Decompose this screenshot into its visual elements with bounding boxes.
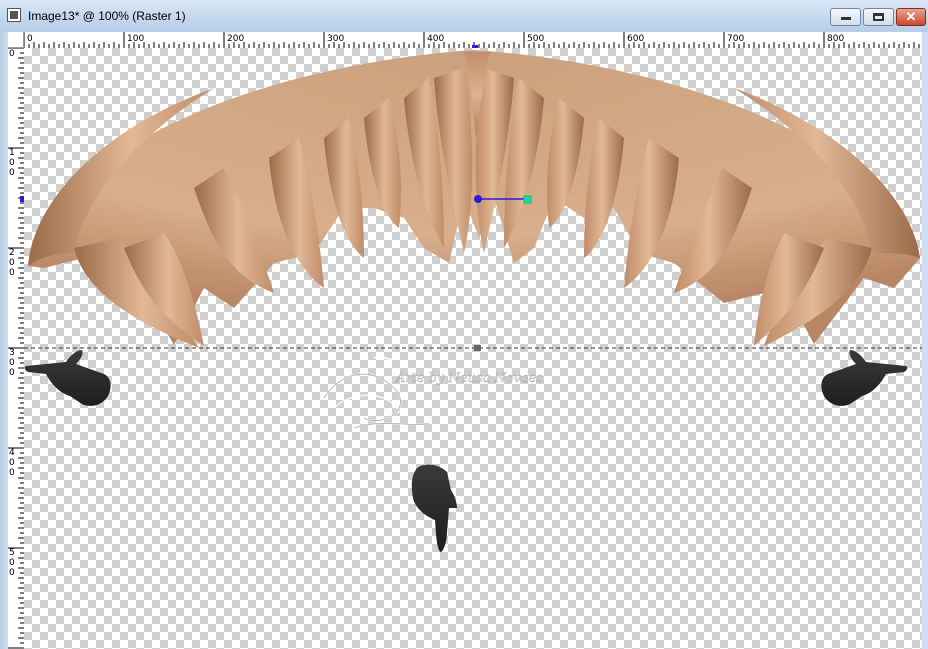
handle-pivot[interactable] xyxy=(474,195,482,203)
window-left-border xyxy=(0,32,8,649)
left-pointing-hand-icon xyxy=(24,350,111,406)
ruler-label: 400 xyxy=(427,34,444,44)
ruler-label: 0 xyxy=(9,368,15,378)
ruler-label: 4 xyxy=(9,448,15,458)
image-canvas[interactable]: Arte by Neusa Novaes xyxy=(24,48,922,649)
watermark-logo: Arte by Neusa Novaes xyxy=(323,355,544,429)
horizontal-ruler-graphic: 0 100 200 300 400 500 600 700 800 xyxy=(23,32,920,48)
window-title-bar[interactable]: Image13* @ 100% (Raster 1) ✕ xyxy=(0,0,928,33)
ruler-label: 100 xyxy=(127,34,144,44)
ruler-label-group: 0 1 0 0 2 0 0 3 0 0 4 0 0 5 0 0 xyxy=(9,49,15,578)
right-pointing-hand-icon xyxy=(821,350,908,406)
ruler-label: 700 xyxy=(727,34,744,44)
ruler-label: 2 xyxy=(9,248,15,258)
guide-handle[interactable] xyxy=(474,345,481,351)
ruler-label: 0 xyxy=(9,268,15,278)
ruler-label: 0 xyxy=(9,168,15,178)
handle-grip[interactable] xyxy=(523,195,532,204)
vertical-ruler-graphic: 0 1 0 0 2 0 0 3 0 0 4 0 0 5 0 0 xyxy=(8,48,24,649)
ruler-label: 1 xyxy=(9,148,15,158)
down-pointing-hand-icon xyxy=(411,464,457,552)
vertical-ruler[interactable]: 0 1 0 0 2 0 0 3 0 0 4 0 0 5 0 0 xyxy=(8,48,24,649)
window-title: Image13* @ 100% (Raster 1) xyxy=(28,9,186,23)
ruler-label: 0 xyxy=(9,468,15,478)
horizontal-ruler[interactable]: 0 100 200 300 400 500 600 700 800 xyxy=(8,32,922,48)
watermark-text: Arte by Neusa Novaes xyxy=(395,371,543,386)
ruler-label: 0 xyxy=(9,49,15,59)
ruler-label: 0 xyxy=(9,558,15,568)
ruler-label: 3 xyxy=(9,348,15,358)
maximize-button[interactable] xyxy=(863,8,894,26)
maximize-icon xyxy=(873,13,884,21)
app-icon xyxy=(7,8,21,22)
ruler-label: 0 xyxy=(9,258,15,268)
ruler-label: 200 xyxy=(227,34,244,44)
window-right-border xyxy=(922,32,928,649)
close-button[interactable]: ✕ xyxy=(896,8,926,26)
close-icon: ✕ xyxy=(905,9,917,24)
ruler-label: 500 xyxy=(527,34,544,44)
ruler-label: 5 xyxy=(9,548,15,558)
ruler-label: 0 xyxy=(9,458,15,468)
ruler-label: 0 xyxy=(9,568,15,578)
ruler-label: 300 xyxy=(327,34,344,44)
ruler-label: 0 xyxy=(27,34,33,44)
minimize-button[interactable] xyxy=(830,8,861,26)
ruler-label: 0 xyxy=(9,358,15,368)
canvas-artwork: Arte by Neusa Novaes xyxy=(24,50,922,552)
ruler-label: 0 xyxy=(9,158,15,168)
ruler-label: 600 xyxy=(627,34,644,44)
ruler-corner xyxy=(8,32,24,48)
ruler-label: 800 xyxy=(827,34,844,44)
minimize-icon xyxy=(841,17,851,20)
